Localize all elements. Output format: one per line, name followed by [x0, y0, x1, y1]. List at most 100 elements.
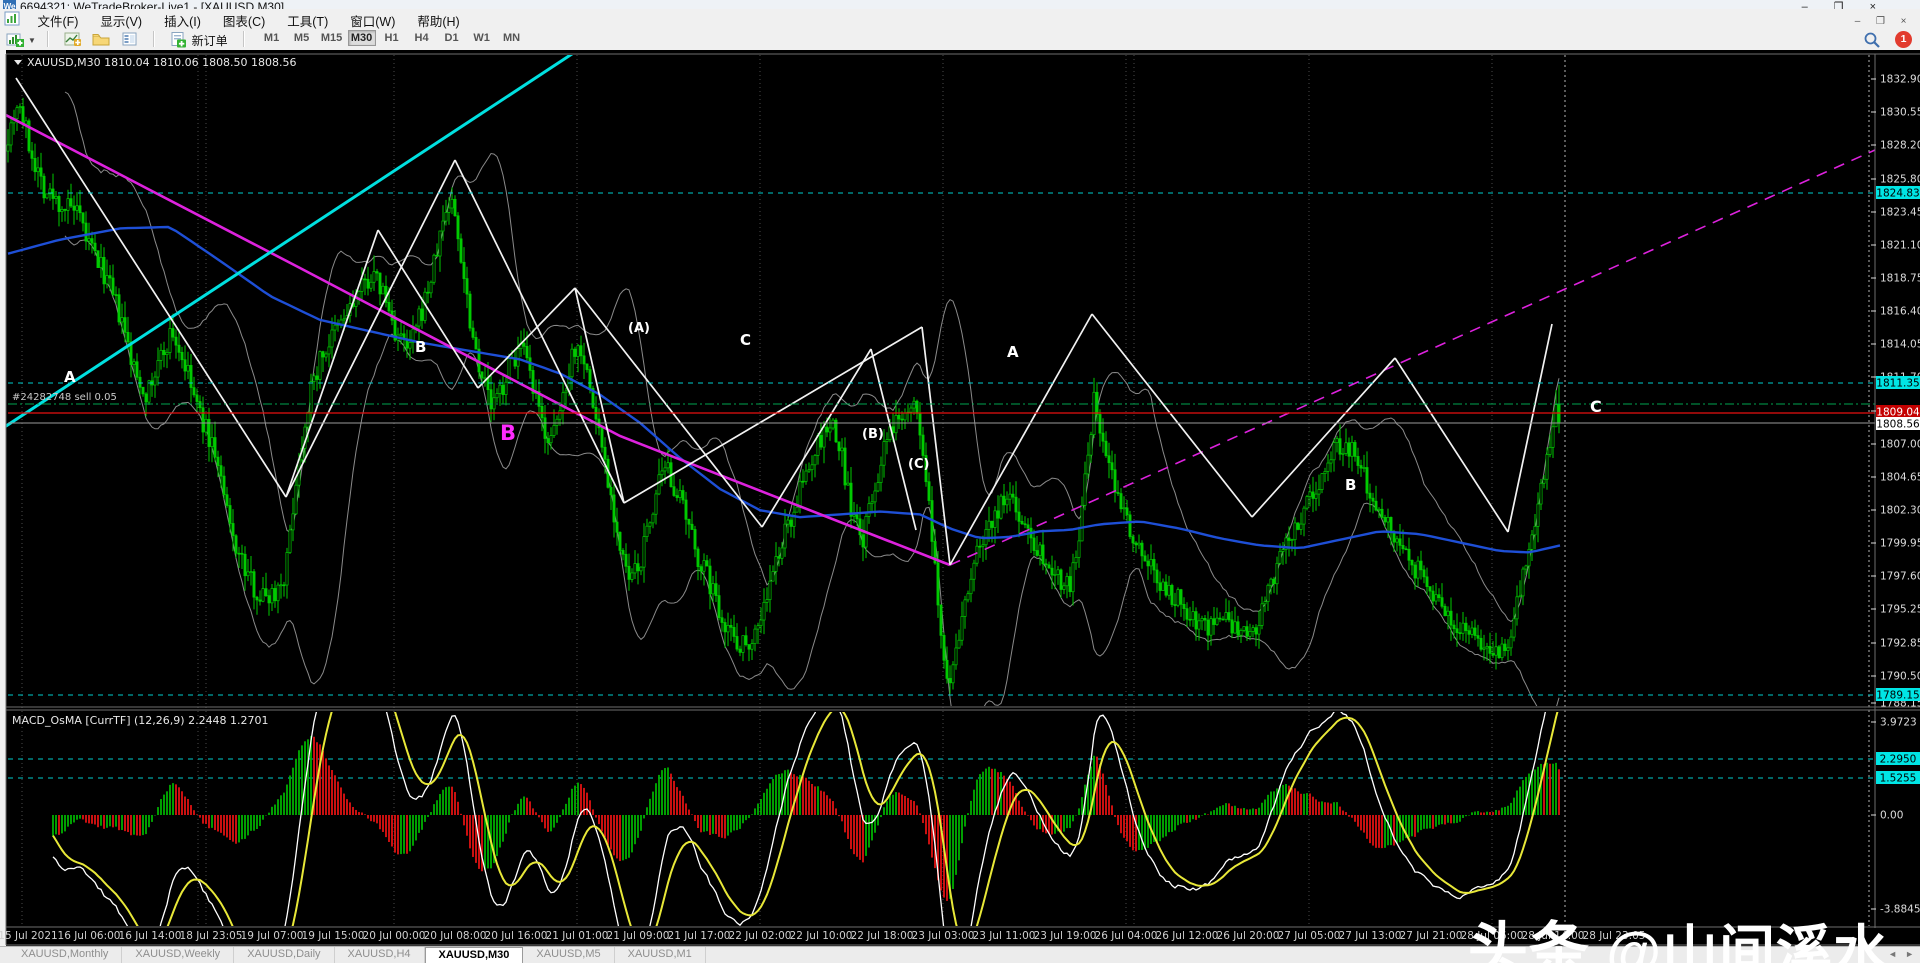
timeframe-button-h4[interactable]: H4: [408, 30, 436, 46]
menu-item-1[interactable]: 显示(V): [89, 9, 153, 29]
svg-text:1825.80: 1825.80: [1880, 174, 1920, 186]
svg-text:16 Jul 06:00: 16 Jul 06:00: [58, 930, 121, 942]
titlebar: We 6694321: WeTradeBroker-Live1 - [XAUUSD…: [0, 0, 1920, 9]
svg-text:B: B: [1345, 476, 1356, 494]
svg-text:28 Jul 06:00: 28 Jul 06:00: [1461, 930, 1524, 942]
menu-item-2[interactable]: 插入(I): [153, 9, 212, 29]
toolbar-separator: [47, 31, 50, 47]
svg-text:1816.40: 1816.40: [1880, 306, 1920, 318]
svg-text:26 Jul 12:00: 26 Jul 12:00: [1156, 930, 1219, 942]
svg-text:-3.8845: -3.8845: [1880, 904, 1920, 916]
svg-text:1824.83: 1824.83: [1876, 188, 1919, 200]
notification-badge[interactable]: 1: [1895, 31, 1912, 48]
svg-text:C: C: [1590, 397, 1602, 416]
svg-text:0.00: 0.00: [1880, 810, 1903, 822]
app-logo-icon: We: [3, 0, 16, 9]
svg-text:19 Jul 07:00: 19 Jul 07:00: [241, 930, 304, 942]
menu-item-3[interactable]: 图表(C): [212, 9, 276, 29]
new-order-label: 新订单: [191, 34, 228, 48]
tab-xauusd-monthly[interactable]: XAUUSD,Monthly: [8, 947, 123, 963]
chart-doc-icon: [4, 11, 20, 31]
svg-text:2.2950: 2.2950: [1880, 754, 1917, 766]
tab-xauusd-daily[interactable]: XAUUSD,Daily: [234, 947, 335, 963]
timeframe-button-m15[interactable]: M15: [318, 30, 346, 46]
timeframe-button-m5[interactable]: M5: [288, 30, 316, 46]
svg-text:26 Jul 20:00: 26 Jul 20:00: [1217, 930, 1280, 942]
svg-text:1818.75: 1818.75: [1880, 273, 1920, 285]
svg-text:1790.50: 1790.50: [1880, 671, 1920, 683]
svg-text:20 Jul 08:00: 20 Jul 08:00: [424, 930, 487, 942]
tab-xauusd-m1[interactable]: XAUUSD,M1: [615, 947, 706, 963]
svg-text:21 Jul 01:00: 21 Jul 01:00: [546, 930, 609, 942]
titlebar-controls[interactable]: –❐×: [1802, 0, 1902, 9]
svg-text:B: B: [415, 338, 426, 356]
svg-text:28 Jul 23:05: 28 Jul 23:05: [1583, 930, 1646, 942]
svg-text:1797.60: 1797.60: [1880, 571, 1920, 583]
svg-text:20 Jul 00:00: 20 Jul 00:00: [363, 930, 426, 942]
svg-text:(C): (C): [908, 457, 929, 472]
svg-text:22 Jul 18:00: 22 Jul 18:00: [851, 930, 914, 942]
svg-text:1804.65: 1804.65: [1880, 472, 1920, 484]
chart-window-controls[interactable]: – ❐ ×: [1845, 11, 1914, 30]
svg-text:A: A: [64, 368, 76, 386]
svg-text:23 Jul 19:00: 23 Jul 19:00: [1034, 930, 1097, 942]
restore-icon: ❐: [1833, 1, 1870, 9]
price-chart[interactable]: 1832.90 1830.55 1828.20 1825.80 1823.45 1821.…: [0, 50, 1920, 946]
svg-text:(A): (A): [628, 321, 650, 336]
svg-text:20 Jul 16:00: 20 Jul 16:00: [485, 930, 548, 942]
svg-text:1789.15: 1789.15: [1876, 690, 1919, 702]
svg-text:1808.56: 1808.56: [1876, 419, 1920, 431]
timeframe-button-w1[interactable]: W1: [468, 30, 496, 46]
svg-text:26 Jul 04:00: 26 Jul 04:00: [1095, 930, 1158, 942]
svg-text:27 Jul 21:00: 27 Jul 21:00: [1400, 930, 1463, 942]
timeframe-button-h1[interactable]: H1: [378, 30, 406, 46]
menu-item-4[interactable]: 工具(T): [276, 9, 339, 29]
svg-text:1792.85: 1792.85: [1880, 638, 1920, 650]
svg-text:(B): (B): [862, 427, 884, 442]
tab-xauusd-h4[interactable]: XAUUSD,H4: [335, 947, 425, 963]
svg-text:1795.25: 1795.25: [1880, 604, 1920, 616]
svg-text:MACD_OsMA [CurrTF] (12,26,9) 2: MACD_OsMA [CurrTF] (12,26,9) 2.2448 1.27…: [12, 714, 269, 727]
svg-text:1828.20: 1828.20: [1880, 140, 1920, 152]
minimize-icon: –: [1801, 1, 1834, 9]
svg-text:22 Jul 02:00: 22 Jul 02:00: [729, 930, 792, 942]
svg-text:15 Jul 2021: 15 Jul 2021: [0, 930, 58, 942]
dropdown-caret-icon[interactable]: ▼: [28, 36, 36, 45]
window-title: 6694321: WeTradeBroker-Live1 - [XAUUSD,M…: [20, 0, 285, 9]
scroll-right-icon: ►: [1905, 949, 1914, 959]
svg-text:C: C: [740, 331, 751, 349]
svg-text:23 Jul 11:00: 23 Jul 11:00: [973, 930, 1036, 942]
timeframe-buttons: M1 M5 M15 M30 H1 H4 D1 W1 MN: [254, 29, 530, 49]
svg-text:1832.90: 1832.90: [1880, 74, 1920, 86]
tab-xauusd-m5[interactable]: XAUUSD,M5: [523, 947, 615, 963]
timeframe-button-d1[interactable]: D1: [438, 30, 466, 46]
time-axis: 15 Jul 2021 16 Jul 06:0016 Jul 14:0018 Ju…: [0, 930, 1645, 942]
svg-text:1814.05: 1814.05: [1880, 339, 1920, 351]
svg-text:22 Jul 10:00: 22 Jul 10:00: [790, 930, 853, 942]
chart-area[interactable]: 1832.90 1830.55 1828.20 1825.80 1823.45 1821.…: [0, 50, 1920, 963]
svg-text:21 Jul 09:00: 21 Jul 09:00: [607, 930, 670, 942]
menu-item-6[interactable]: 帮助(H): [406, 9, 470, 29]
svg-text:B: B: [500, 421, 516, 445]
menu-item-5[interactable]: 窗口(W): [339, 9, 406, 29]
menu-items: 文件(F) 显示(V) 插入(I) 图表(C) 工具(T) 窗口(W) 帮助(H): [26, 9, 470, 31]
menu-item-0[interactable]: 文件(F): [26, 9, 89, 29]
tab-scroll-buttons[interactable]: ◄ ►: [1880, 949, 1914, 959]
tab-xauusd-m30[interactable]: XAUUSD,M30: [424, 947, 524, 963]
tab-xauusd-weekly[interactable]: XAUUSD,Weekly: [122, 947, 235, 963]
timeframe-button-m1[interactable]: M1: [258, 30, 286, 46]
mt4-window: We 6694321: WeTradeBroker-Live1 - [XAUUSD…: [0, 0, 1920, 963]
svg-text:XAUUSD,M30 1810.04 1810.06 18: XAUUSD,M30 1810.04 1810.06 1808.50 1808.…: [27, 56, 297, 69]
menubar: 文件(F) 显示(V) 插入(I) 图表(C) 工具(T) 窗口(W) 帮助(H) – ❐ ×: [0, 9, 1920, 30]
svg-text:1.5255: 1.5255: [1880, 773, 1917, 785]
timeframe-button-m30[interactable]: M30: [347, 30, 376, 46]
svg-text:27 Jul 13:00: 27 Jul 13:00: [1339, 930, 1402, 942]
svg-text:1799.95: 1799.95: [1880, 538, 1920, 550]
svg-text:1830.55: 1830.55: [1880, 107, 1920, 119]
svg-text:23 Jul 03:00: 23 Jul 03:00: [912, 930, 975, 942]
svg-text:1807.00: 1807.00: [1880, 439, 1920, 451]
scroll-left-icon: ◄: [1888, 949, 1898, 959]
svg-text:19 Jul 15:00: 19 Jul 15:00: [302, 930, 365, 942]
svg-text:21 Jul 17:00: 21 Jul 17:00: [668, 930, 731, 942]
timeframe-button-mn[interactable]: MN: [498, 30, 526, 46]
